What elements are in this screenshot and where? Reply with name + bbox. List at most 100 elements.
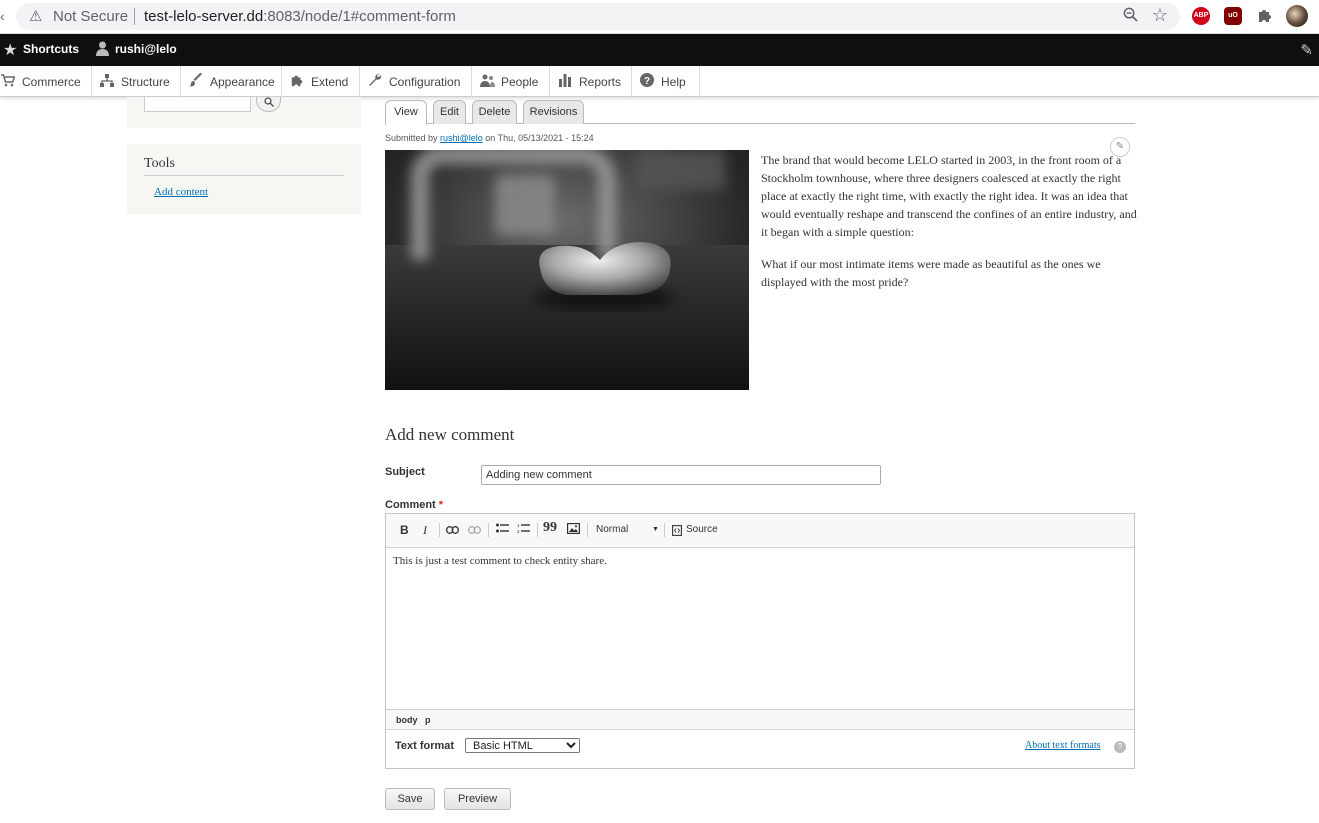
bookmark-star-icon[interactable]: ☆ — [1152, 5, 1168, 26]
back-edge-icon: ‹ — [0, 8, 5, 24]
bulleted-list-icon[interactable] — [496, 523, 509, 537]
tray-item-extend[interactable]: Extend — [282, 66, 360, 97]
shortcuts-link[interactable]: Shortcuts — [23, 42, 79, 56]
node-body: The brand that would become LELO started… — [761, 151, 1137, 305]
profile-avatar[interactable] — [1286, 5, 1308, 27]
edit-mode-pencil-icon[interactable]: ✎ — [1300, 41, 1313, 59]
author-link[interactable]: rushi@lelo — [440, 133, 483, 143]
search-button[interactable] — [256, 97, 281, 112]
add-content-link[interactable]: Add content — [154, 186, 208, 198]
ckeditor: B I 12 99 Normal ▼ Source This is just a… — [385, 513, 1135, 769]
bold-button[interactable]: B — [400, 523, 409, 537]
preview-button[interactable]: Preview — [444, 788, 511, 810]
add-comment-heading: Add new comment — [385, 425, 515, 444]
tray-label-appearance: Appearance — [210, 74, 275, 89]
wrench-icon — [367, 73, 383, 90]
tray-item-people[interactable]: People — [472, 66, 550, 97]
required-marker: * — [438, 499, 444, 511]
search-icon — [263, 97, 274, 107]
tools-heading: Tools — [144, 156, 175, 171]
about-text-formats-link[interactable]: About text formats — [1025, 740, 1101, 751]
tray-item-structure[interactable]: Structure — [92, 66, 181, 97]
tray-label-help: Help — [661, 74, 686, 89]
svg-text:1: 1 — [517, 523, 520, 528]
comment-body-editor[interactable]: This is just a test comment to check ent… — [386, 548, 1134, 709]
sitemap-icon — [99, 73, 115, 90]
tab-revisions[interactable]: Revisions — [523, 100, 584, 124]
warning-icon: ⚠ — [29, 8, 43, 25]
tools-divider — [144, 175, 344, 176]
path-body[interactable]: body — [396, 715, 418, 725]
subject-label: Subject — [385, 466, 425, 478]
text-format-select[interactable]: Basic HTML — [465, 738, 580, 753]
chevron-down-icon[interactable]: ▼ — [652, 526, 659, 533]
tab-edit[interactable]: Edit — [433, 100, 466, 124]
toolbar-separator — [488, 523, 489, 537]
source-icon[interactable] — [672, 525, 682, 539]
save-button[interactable]: Save — [385, 788, 435, 810]
editor-toolbar: B I 12 99 Normal ▼ Source — [386, 514, 1134, 548]
svg-text:2: 2 — [517, 529, 520, 534]
url-path: :8083/node/1#comment-form — [263, 8, 456, 25]
bar-chart-icon — [557, 73, 573, 90]
people-icon — [479, 74, 495, 90]
toolbar-separator — [439, 523, 440, 537]
browser-chrome: ‹ ⚠ Not Secure test-lelo-server.dd:8083/… — [0, 0, 1319, 34]
submitted-info: Submitted by rushi@lelo on Thu, 05/13/20… — [385, 133, 594, 143]
source-button[interactable]: Source — [686, 524, 718, 535]
numbered-list-icon[interactable]: 12 — [517, 523, 530, 537]
node-tabs: View Edit Delete Revisions — [385, 100, 1135, 125]
search-block — [127, 97, 361, 128]
tray-label-reports: Reports — [579, 74, 622, 89]
body-paragraph-2: What if our most intimate items were mad… — [761, 257, 1101, 289]
italic-button[interactable]: I — [423, 523, 427, 538]
tray-label-configuration: Configuration — [389, 74, 461, 89]
link-icon[interactable] — [446, 523, 459, 537]
comment-label: Comment * — [385, 499, 443, 511]
url-text[interactable]: test-lelo-server.dd:8083/node/1#comment-… — [144, 8, 456, 25]
star-icon: ★ — [3, 42, 18, 59]
address-separator — [134, 8, 135, 25]
tray-item-appearance[interactable]: Appearance — [181, 66, 282, 97]
zoom-icon[interactable] — [1123, 7, 1138, 27]
toolbar-separator — [587, 523, 588, 537]
adblock-extension-icon[interactable]: ABP — [1192, 7, 1210, 25]
svg-text:?: ? — [644, 76, 650, 87]
submitted-date: on Thu, 05/13/2021 - 15:24 — [485, 133, 594, 143]
tray-item-commerce[interactable]: Commerce — [0, 66, 92, 97]
url-host: test-lelo-server.dd — [144, 8, 264, 25]
security-label[interactable]: Not Secure — [53, 8, 128, 25]
ublock-extension-icon[interactable]: uO — [1224, 7, 1242, 25]
submitted-prefix: Submitted by — [385, 133, 438, 143]
comment-text: This is just a test comment to check ent… — [393, 555, 607, 567]
tray-label-structure: Structure — [121, 74, 170, 89]
blockquote-button[interactable]: 99 — [543, 520, 557, 536]
text-format-label: Text format — [395, 740, 455, 752]
tray-item-reports[interactable]: Reports — [550, 66, 632, 97]
extensions-puzzle-icon[interactable] — [1256, 7, 1274, 25]
element-path: body p — [386, 709, 1134, 730]
puzzle-icon — [289, 73, 305, 90]
search-input[interactable] — [144, 97, 251, 112]
help-icon[interactable]: ? — [1114, 741, 1126, 753]
tray-item-configuration[interactable]: Configuration — [360, 66, 472, 97]
tools-block: Tools Add content — [127, 144, 361, 214]
user-link[interactable]: rushi@lelo — [115, 42, 177, 56]
address-bar[interactable]: ⚠ Not Secure test-lelo-server.dd:8083/no… — [16, 3, 1180, 30]
unlink-icon[interactable] — [468, 523, 481, 537]
image-icon[interactable] — [567, 523, 581, 537]
admin-toolbar: ★ Shortcuts rushi@lelo ✎ — [0, 34, 1319, 66]
tab-delete[interactable]: Delete — [472, 100, 517, 124]
user-icon — [96, 41, 109, 61]
node-image — [385, 150, 749, 390]
toolbar-separator — [664, 523, 665, 537]
tray-label-commerce: Commerce — [22, 74, 81, 89]
tray-item-help[interactable]: ? Help — [632, 66, 700, 97]
tab-view[interactable]: View — [385, 100, 427, 125]
body-paragraph-1: The brand that would become LELO started… — [761, 153, 1137, 239]
admin-tray: Commerce Structure Appearance Extend Con… — [0, 66, 1319, 97]
subject-input[interactable] — [481, 465, 881, 485]
format-dropdown[interactable]: Normal — [596, 524, 628, 535]
path-p[interactable]: p — [425, 715, 431, 725]
tray-label-extend: Extend — [311, 74, 349, 89]
